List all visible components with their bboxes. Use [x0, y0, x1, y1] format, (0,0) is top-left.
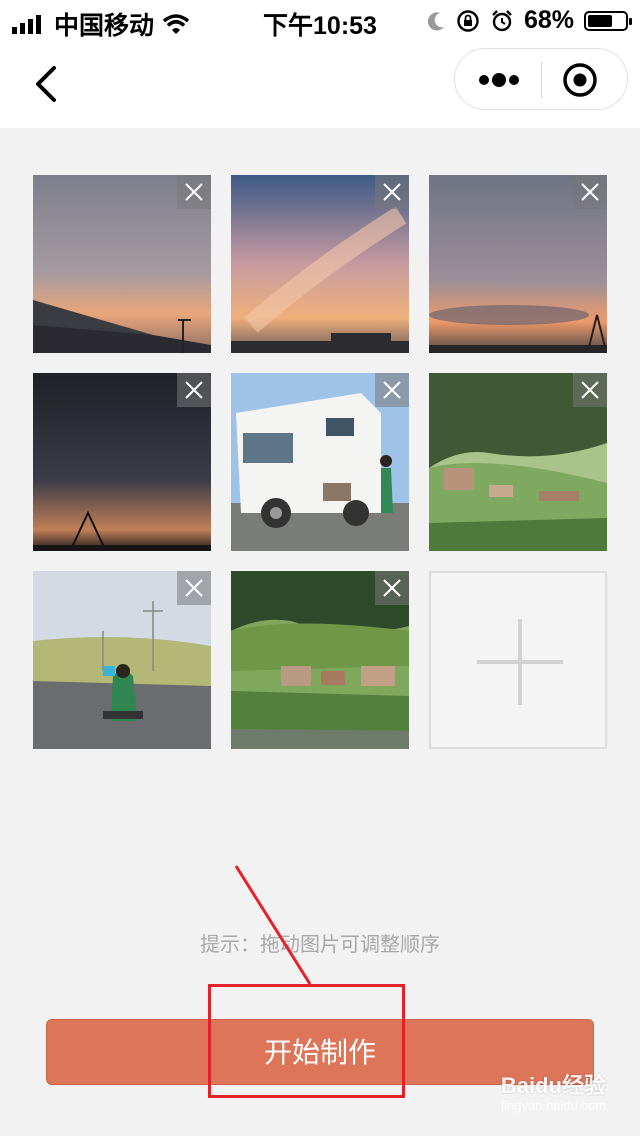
chevron-left-icon[interactable] [26, 62, 70, 106]
hint-text: 提示：拖动图片可调整顺序 [200, 932, 440, 956]
photo-sunset-horizon[interactable] [429, 175, 607, 353]
target-close-icon[interactable] [561, 61, 599, 99]
photo-girl-road[interactable] [33, 571, 211, 749]
alarm-icon [492, 9, 512, 31]
close-icon[interactable] [177, 571, 211, 605]
close-icon[interactable] [177, 175, 211, 209]
photo-grid [33, 175, 607, 749]
close-icon[interactable] [573, 175, 607, 209]
close-icon[interactable] [177, 373, 211, 407]
battery-icon [584, 10, 632, 31]
status-bar: 中国移动 下午10:53 68% [0, 0, 640, 42]
plus-icon [477, 619, 563, 705]
close-icon[interactable] [375, 373, 409, 407]
battery-percent: 68% [523, 6, 574, 34]
more-dots-icon[interactable] [477, 67, 521, 93]
nav-bar [0, 42, 640, 128]
photo-sunset-roof[interactable] [33, 175, 211, 353]
battery-level-fill [588, 14, 613, 27]
capsule-divider [541, 62, 542, 98]
close-icon[interactable] [375, 571, 409, 605]
photo-dusk-sky[interactable] [33, 373, 211, 551]
mini-program-capsule [454, 48, 628, 110]
status-right: 68% [427, 6, 632, 35]
photo-camper-van[interactable] [231, 373, 409, 551]
photo-sunset-clouds[interactable] [231, 175, 409, 353]
close-icon[interactable] [573, 373, 607, 407]
photo-valley-village[interactable] [231, 571, 409, 749]
moon-icon [427, 11, 444, 30]
close-icon[interactable] [375, 175, 409, 209]
photo-mountain-village[interactable] [429, 373, 607, 551]
watermark-url: jingyan.baidu.com [501, 1098, 606, 1113]
annotation-highlight-box [208, 984, 405, 1098]
watermark-brand: Baidu经验 [500, 1073, 606, 1098]
orientation-lock-icon [457, 9, 479, 32]
add-photo-button[interactable] [429, 571, 607, 749]
